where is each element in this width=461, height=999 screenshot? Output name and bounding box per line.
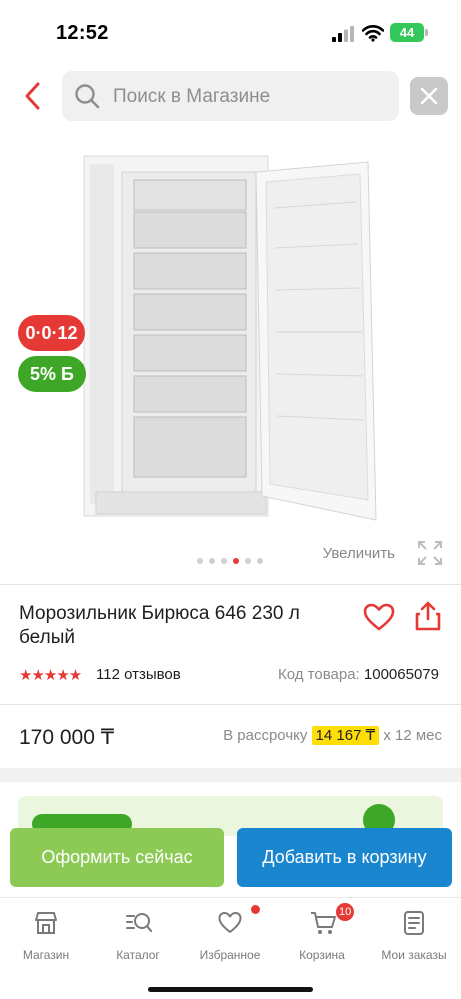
close-icon bbox=[420, 87, 438, 105]
installment-badge: 0·0·12 bbox=[18, 315, 85, 351]
status-time: 12:52 bbox=[56, 22, 109, 44]
nav-item-cart[interactable]: 10 Корзина bbox=[276, 903, 368, 966]
product-code-label: Код товара: bbox=[278, 666, 360, 683]
orders-icon bbox=[404, 911, 424, 935]
search-icon bbox=[75, 84, 100, 109]
search-input[interactable]: Поиск в Магазине bbox=[62, 71, 399, 121]
installment-suffix: х 12 мес bbox=[383, 727, 442, 744]
product-code: Код товара: 100065079 bbox=[278, 666, 439, 683]
bonus-badge: 5% Б bbox=[18, 356, 86, 392]
nav-item-orders[interactable]: Мои заказы bbox=[368, 906, 460, 966]
home-indicator bbox=[148, 987, 313, 992]
installment-info[interactable]: В рассрочку 14 167 ₸ х 12 мес bbox=[223, 726, 442, 745]
shop-icon bbox=[35, 912, 57, 934]
expand-icon bbox=[418, 541, 442, 565]
heart-icon[interactable] bbox=[362, 602, 396, 632]
nav-label: Корзина bbox=[299, 948, 345, 962]
battery-level: 44 bbox=[399, 25, 415, 40]
product-code-value: 100065079 bbox=[363, 666, 439, 683]
zoom-button[interactable]: Увеличить bbox=[323, 540, 443, 566]
gallery-dot-active[interactable] bbox=[233, 558, 239, 564]
divider bbox=[0, 584, 461, 585]
gallery-pagination bbox=[197, 558, 267, 566]
wifi-icon bbox=[362, 25, 384, 42]
divider bbox=[0, 704, 461, 705]
battery-tip bbox=[425, 29, 428, 36]
nav-label: Каталог bbox=[116, 948, 160, 962]
catalog-search-icon bbox=[126, 913, 153, 933]
battery-icon: 44 bbox=[390, 23, 424, 42]
product-title: Морозильник Бирюса 646 230 л белый bbox=[19, 603, 300, 648]
nav-item-favorites[interactable]: Избранное bbox=[184, 905, 276, 966]
cellular-signal-icon bbox=[332, 26, 354, 42]
bottom-nav: Магазин Каталог Избранное 10 Корзина Мои… bbox=[0, 897, 461, 999]
zoom-label: Увеличить bbox=[322, 545, 395, 562]
installment-amount: 14 167 ₸ bbox=[311, 726, 380, 745]
heart-icon bbox=[218, 912, 242, 933]
product-gallery[interactable]: 0·0·12 5% Б Увеличить bbox=[0, 128, 461, 578]
clear-search-button[interactable] bbox=[410, 77, 448, 115]
cart-icon bbox=[311, 912, 336, 934]
nav-item-shop[interactable]: Магазин bbox=[0, 906, 92, 966]
checkout-now-button[interactable]: Оформить сейчас bbox=[10, 828, 224, 887]
gallery-dot[interactable] bbox=[257, 558, 263, 564]
notification-dot bbox=[251, 905, 260, 914]
nav-label: Избранное bbox=[199, 948, 261, 962]
nav-label: Магазин bbox=[22, 948, 70, 962]
section-separator bbox=[0, 768, 461, 782]
product-price: 170 000 ₸ bbox=[19, 726, 115, 749]
gallery-dot[interactable] bbox=[245, 558, 251, 564]
gallery-dot[interactable] bbox=[197, 558, 203, 564]
share-icon[interactable] bbox=[414, 600, 442, 632]
gallery-dot[interactable] bbox=[209, 558, 215, 564]
status-bar: 12:52 44 bbox=[0, 0, 461, 64]
back-chevron-icon[interactable] bbox=[18, 78, 50, 114]
rating-stars: ★★★★★ bbox=[19, 667, 82, 684]
reviews-link[interactable]: 112 отзывов bbox=[96, 666, 181, 683]
installment-prefix: В рассрочку bbox=[223, 727, 308, 744]
add-to-cart-button[interactable]: Добавить в корзину bbox=[237, 828, 452, 887]
nav-label: Мои заказы bbox=[381, 948, 447, 962]
nav-item-catalog[interactable]: Каталог bbox=[92, 906, 184, 966]
search-placeholder: Поиск в Магазине bbox=[113, 86, 271, 107]
cart-count-badge: 10 bbox=[336, 903, 355, 921]
search-header: Поиск в Магазине bbox=[0, 64, 461, 128]
gallery-dot[interactable] bbox=[221, 558, 227, 564]
